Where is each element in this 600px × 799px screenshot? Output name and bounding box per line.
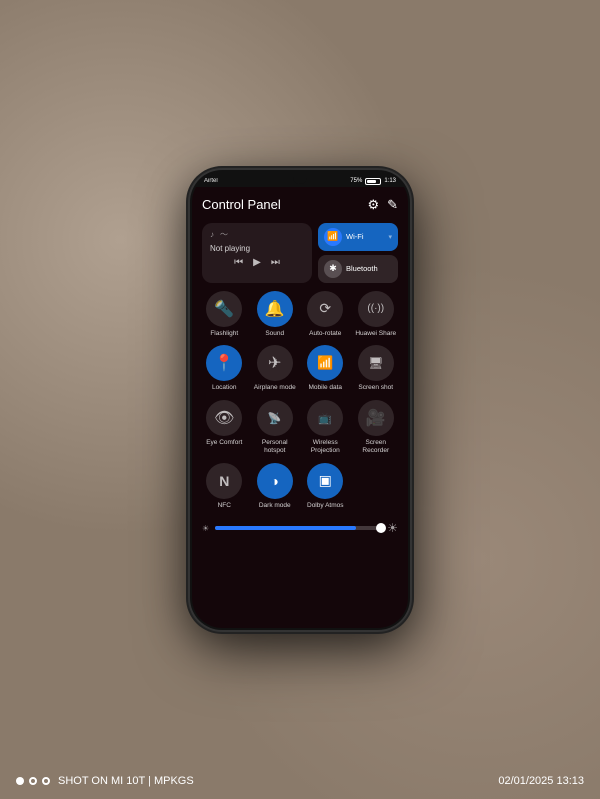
media-status: Not playing <box>210 244 304 253</box>
brightness-fill <box>215 526 356 530</box>
tile-eye-comfort[interactable]: 👁 Eye Comfort <box>202 400 247 455</box>
eye-comfort-icon: 👁 <box>206 400 242 436</box>
media-top: ♪ 〜 <box>210 229 304 240</box>
brightness-track[interactable] <box>215 526 381 530</box>
location-label: Location <box>212 384 237 392</box>
tiles-row-2: 📍 Location ✈ Airplane mode 📶 Mobile data… <box>202 345 398 392</box>
prev-button[interactable]: ⏮ <box>234 257 243 268</box>
top-row: ♪ 〜 Not playing ⏮ ▶ ⏭ 📶 Wi-Fi ▾ <box>202 223 398 283</box>
wireless-proj-label: Wireless Projection <box>303 439 348 455</box>
phone-screen: Airtel 75% 1:13 Control Panel ⚙ ✎ <box>192 172 408 628</box>
tile-wireless-proj[interactable]: 📺 Wireless Projection <box>303 400 348 455</box>
play-button[interactable]: ▶ <box>253 257 261 268</box>
status-bar: Airtel 75% 1:13 <box>192 172 408 187</box>
watermark-left: SHOT ON MI 10T | MPKGS <box>16 775 194 787</box>
tiles-row-3: 👁 Eye Comfort 📡 Personal hotspot 📺 Wirel… <box>202 400 398 455</box>
brightness-thumb <box>376 523 386 533</box>
media-card: ♪ 〜 Not playing ⏮ ▶ ⏭ <box>202 223 312 283</box>
tile-sound[interactable]: 🔔 Sound <box>253 291 298 338</box>
tile-flashlight[interactable]: 🔦 Flashlight <box>202 291 247 338</box>
flashlight-label: Flashlight <box>210 330 238 338</box>
carrier-text: Airtel <box>204 178 218 184</box>
tile-screen-recorder[interactable]: 🎥 Screen Recorder <box>354 400 399 455</box>
time-display: 1:13 <box>384 178 396 184</box>
control-panel-title: Control Panel <box>202 197 281 212</box>
watermark-brand: SHOT ON MI 10T | MPKGS <box>58 775 194 787</box>
next-button[interactable]: ⏭ <box>271 257 280 268</box>
tile-screenshot[interactable]: 🖥 Screen shot <box>354 345 399 392</box>
mobile-data-label: Mobile data <box>308 384 342 392</box>
sound-icon: 🔔 <box>257 291 293 327</box>
dark-mode-icon: ◑ <box>257 463 293 499</box>
tiles-row-1: 🔦 Flashlight 🔔 Sound ⟳ Auto-rotate ((·))… <box>202 291 398 338</box>
screen-recorder-label: Screen Recorder <box>354 439 399 455</box>
dot-2 <box>29 777 37 785</box>
hotspot-icon: 📡 <box>257 400 293 436</box>
wifi-icon: 📶 <box>324 228 342 246</box>
tile-huawei-share[interactable]: ((·)) Huawei Share <box>354 291 399 338</box>
screenshot-icon: 🖥 <box>358 345 394 381</box>
media-controls: ⏮ ▶ ⏭ <box>210 257 304 268</box>
wifi-toggle[interactable]: 📶 Wi-Fi ▾ <box>318 223 398 251</box>
header-icons: ⚙ ✎ <box>367 197 398 213</box>
auto-rotate-icon: ⟳ <box>307 291 343 327</box>
music-icon: ♪ <box>210 230 214 239</box>
tile-auto-rotate[interactable]: ⟳ Auto-rotate <box>303 291 348 338</box>
phone-shell: Airtel 75% 1:13 Control Panel ⚙ ✎ <box>190 170 410 630</box>
nfc-label: NFC <box>218 502 231 510</box>
tile-hotspot[interactable]: 📡 Personal hotspot <box>253 400 298 455</box>
control-panel-header: Control Panel ⚙ ✎ <box>202 195 398 215</box>
airplane-label: Airplane mode <box>254 384 296 392</box>
tile-location[interactable]: 📍 Location <box>202 345 247 392</box>
settings-icon[interactable]: ⚙ <box>367 197 379 213</box>
control-panel: Control Panel ⚙ ✎ ♪ 〜 Not playing ⏮ <box>192 187 408 628</box>
watermark-dots <box>16 777 50 785</box>
battery-percent: 75% <box>350 178 362 184</box>
status-right: 75% 1:13 <box>350 178 396 185</box>
brightness-max-icon: ☀ <box>387 521 398 535</box>
tile-dark-mode[interactable]: ◑ Dark mode <box>253 463 298 510</box>
edit-icon[interactable]: ✎ <box>387 197 398 213</box>
auto-rotate-label: Auto-rotate <box>309 330 341 338</box>
dark-mode-label: Dark mode <box>259 502 291 510</box>
wifi-bt-column: 📶 Wi-Fi ▾ ✱ Bluetooth <box>318 223 398 283</box>
huawei-share-label: Huawei Share <box>355 330 396 338</box>
nfc-icon: N <box>206 463 242 499</box>
bluetooth-icon: ✱ <box>324 260 342 278</box>
tile-empty <box>354 463 399 510</box>
tiles-row-4: N NFC ◑ Dark mode ▣ Dolby Atmos <box>202 463 398 510</box>
airplane-icon: ✈ <box>257 345 293 381</box>
dolby-label: Dolby Atmos <box>307 502 344 510</box>
wifi-label: Wi-Fi <box>346 232 384 241</box>
tile-nfc[interactable]: N NFC <box>202 463 247 510</box>
battery-fill <box>367 180 376 183</box>
brightness-row: ☀ ☀ <box>202 517 398 539</box>
brightness-min-icon: ☀ <box>202 524 209 533</box>
hotspot-label: Personal hotspot <box>253 439 298 455</box>
location-icon: 📍 <box>206 345 242 381</box>
watermark-date: 02/01/2025 13:13 <box>498 775 584 787</box>
tile-dolby[interactable]: ▣ Dolby Atmos <box>303 463 348 510</box>
wave-icon: 〜 <box>220 229 228 240</box>
tile-mobile-data[interactable]: 📶 Mobile data <box>303 345 348 392</box>
wireless-proj-icon: 📺 <box>307 400 343 436</box>
wifi-arrow: ▾ <box>388 233 392 241</box>
battery-bar <box>365 178 381 185</box>
bluetooth-toggle[interactable]: ✱ Bluetooth <box>318 255 398 283</box>
sound-label: Sound <box>265 330 284 338</box>
mobile-data-icon: 📶 <box>307 345 343 381</box>
huawei-share-icon: ((·)) <box>358 291 394 327</box>
screen-recorder-icon: 🎥 <box>358 400 394 436</box>
bluetooth-label: Bluetooth <box>346 264 392 273</box>
flashlight-icon: 🔦 <box>206 291 242 327</box>
tile-airplane[interactable]: ✈ Airplane mode <box>253 345 298 392</box>
eye-comfort-label: Eye Comfort <box>206 439 242 447</box>
dot-1 <box>16 777 24 785</box>
dot-3 <box>42 777 50 785</box>
dolby-icon: ▣ <box>307 463 343 499</box>
screenshot-label: Screen shot <box>358 384 393 392</box>
